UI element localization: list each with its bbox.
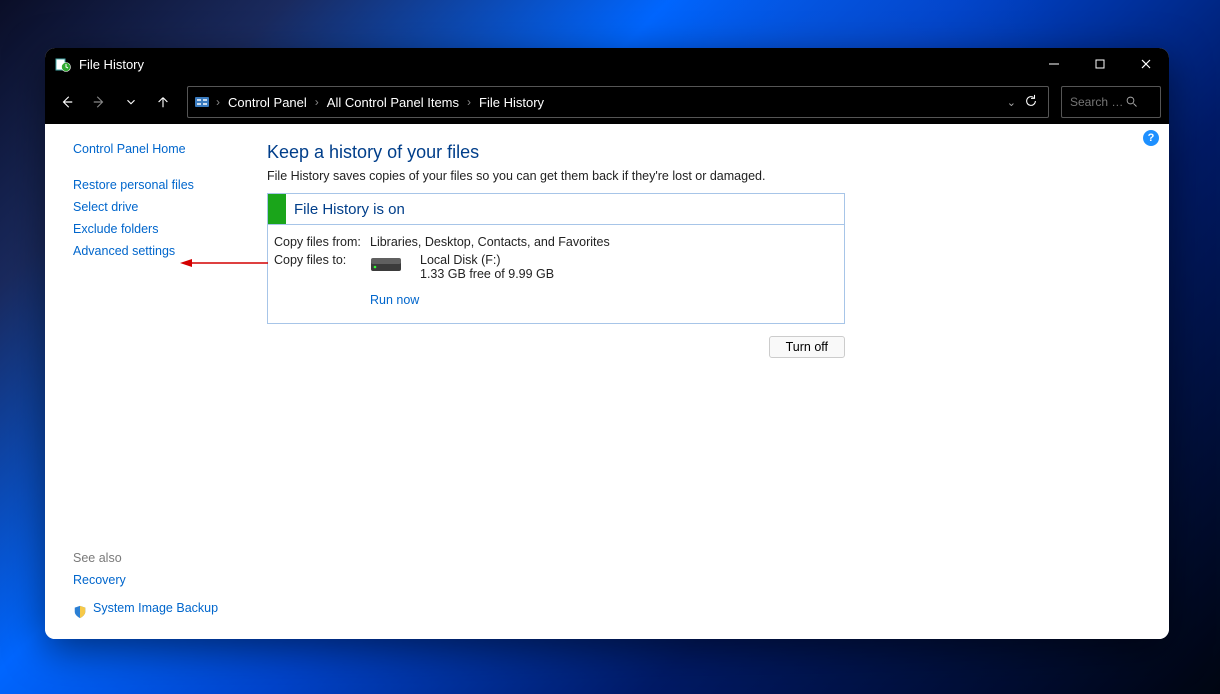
search-box[interactable] bbox=[1061, 86, 1161, 118]
copy-from-value: Libraries, Desktop, Contacts, and Favori… bbox=[370, 235, 838, 249]
window-title: File History bbox=[79, 57, 144, 72]
chevron-down-icon[interactable]: ⌄ bbox=[1007, 96, 1016, 109]
content-area: Control Panel Home Restore personal file… bbox=[45, 124, 1169, 639]
minimize-button[interactable] bbox=[1031, 48, 1077, 80]
control-panel-icon bbox=[194, 94, 210, 110]
navigation-bar: › Control Panel › All Control Panel Item… bbox=[45, 80, 1169, 124]
shield-icon bbox=[73, 605, 87, 619]
sidebar: Control Panel Home Restore personal file… bbox=[45, 124, 255, 639]
copy-from-label: Copy files from: bbox=[274, 235, 370, 249]
status-box: File History is on Copy files from: Libr… bbox=[267, 193, 845, 324]
main-panel: ? Keep a history of your files File Hist… bbox=[255, 124, 1169, 639]
drive-name: Local Disk (F:) bbox=[420, 253, 554, 267]
chevron-right-icon[interactable]: › bbox=[214, 95, 222, 109]
file-history-app-icon bbox=[55, 56, 71, 72]
sidebar-select-drive[interactable]: Select drive bbox=[73, 200, 255, 214]
close-button[interactable] bbox=[1123, 48, 1169, 80]
page-description: File History saves copies of your files … bbox=[267, 169, 1147, 183]
breadcrumb-all-items[interactable]: All Control Panel Items bbox=[325, 93, 461, 112]
address-bar[interactable]: › Control Panel › All Control Panel Item… bbox=[187, 86, 1049, 118]
titlebar: File History bbox=[45, 48, 1169, 80]
status-text: File History is on bbox=[286, 201, 405, 218]
turn-off-button[interactable]: Turn off bbox=[769, 336, 845, 358]
back-button[interactable] bbox=[53, 88, 81, 116]
status-indicator-icon bbox=[268, 194, 286, 224]
sidebar-control-panel-home[interactable]: Control Panel Home bbox=[73, 142, 255, 156]
recent-locations-button[interactable] bbox=[117, 88, 145, 116]
see-also-header: See also bbox=[73, 551, 255, 565]
drive-free-space: 1.33 GB free of 9.99 GB bbox=[420, 267, 554, 281]
maximize-button[interactable] bbox=[1077, 48, 1123, 80]
chevron-right-icon[interactable]: › bbox=[465, 95, 473, 109]
breadcrumb-file-history[interactable]: File History bbox=[477, 93, 546, 112]
search-icon bbox=[1126, 96, 1138, 108]
refresh-button[interactable] bbox=[1020, 94, 1042, 111]
file-history-window: File History bbox=[45, 48, 1169, 639]
chevron-right-icon[interactable]: › bbox=[313, 95, 321, 109]
sidebar-advanced-settings[interactable]: Advanced settings bbox=[73, 244, 255, 258]
breadcrumb-control-panel[interactable]: Control Panel bbox=[226, 93, 309, 112]
drive-icon bbox=[370, 255, 402, 275]
page-heading: Keep a history of your files bbox=[267, 142, 1147, 163]
forward-button[interactable] bbox=[85, 88, 113, 116]
help-button[interactable]: ? bbox=[1143, 130, 1159, 146]
run-now-link[interactable]: Run now bbox=[370, 293, 419, 307]
sidebar-recovery[interactable]: Recovery bbox=[73, 573, 126, 587]
sidebar-system-image-backup[interactable]: System Image Backup bbox=[93, 601, 218, 615]
sidebar-exclude-folders[interactable]: Exclude folders bbox=[73, 222, 255, 236]
sidebar-restore-personal-files[interactable]: Restore personal files bbox=[73, 178, 255, 192]
copy-to-label: Copy files to: bbox=[274, 253, 370, 307]
up-button[interactable] bbox=[149, 88, 177, 116]
status-header: File History is on bbox=[268, 194, 844, 224]
search-input[interactable] bbox=[1070, 95, 1126, 109]
